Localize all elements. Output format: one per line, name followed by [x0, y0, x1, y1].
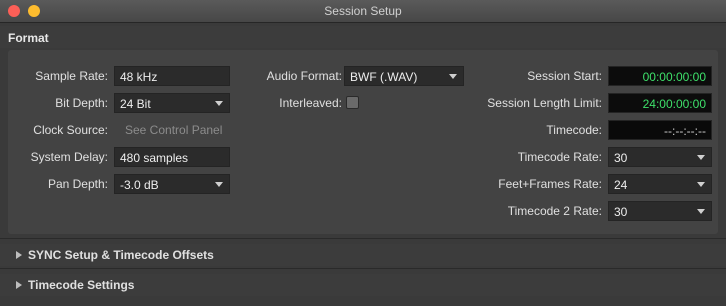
timecode-rate-label: Timecode Rate:: [517, 150, 602, 164]
feet-frames-rate-label: Feet+Frames Rate:: [498, 177, 602, 191]
feet-frames-rate-value: 24: [614, 178, 628, 192]
audio-format-label: Audio Format:: [266, 69, 342, 83]
sync-setup-label: SYNC Setup & Timecode Offsets: [28, 248, 214, 262]
session-length-limit-field[interactable]: 24:00:00:00: [608, 93, 712, 113]
title-bar: Session Setup: [0, 0, 726, 23]
chevron-down-icon: [697, 155, 705, 160]
bit-depth-value: 24 Bit: [120, 97, 151, 111]
pan-depth-label: Pan Depth:: [47, 177, 108, 191]
format-section-header: Format: [0, 26, 726, 48]
timecode-settings-label: Timecode Settings: [28, 278, 135, 292]
format-header-label: Format: [8, 31, 49, 45]
divider: [0, 238, 726, 239]
bit-depth-label: Bit Depth:: [55, 96, 108, 110]
bit-depth-select[interactable]: 24 Bit: [114, 93, 230, 113]
format-panel: Sample Rate: 48 kHz Bit Depth: 24 Bit Cl…: [8, 50, 718, 234]
system-delay-label: System Delay:: [30, 150, 108, 164]
sync-setup-section-toggle[interactable]: SYNC Setup & Timecode Offsets: [0, 244, 726, 266]
interleaved-label: Interleaved:: [279, 96, 342, 110]
clock-source-value: See Control Panel: [125, 123, 223, 137]
timecode-rate-select[interactable]: 30: [608, 147, 712, 167]
clock-source-label: Clock Source:: [33, 123, 108, 137]
session-start-field[interactable]: 00:00:00:00: [608, 66, 712, 86]
chevron-down-icon: [697, 182, 705, 187]
sample-rate-field[interactable]: 48 kHz: [114, 66, 230, 86]
system-delay-field[interactable]: 480 samples: [114, 147, 230, 167]
chevron-down-icon: [697, 209, 705, 214]
disclosure-triangle-icon: [16, 251, 22, 259]
audio-format-select[interactable]: BWF (.WAV): [344, 66, 464, 86]
chevron-down-icon: [215, 182, 223, 187]
divider: [0, 268, 726, 269]
interleaved-checkbox[interactable]: [346, 96, 359, 109]
timecode-2-rate-select[interactable]: 30: [608, 201, 712, 221]
pan-depth-value: -3.0 dB: [120, 178, 159, 192]
feet-frames-rate-select[interactable]: 24: [608, 174, 712, 194]
timecode-rate-value: 30: [614, 151, 628, 165]
timecode-field: --:--:--:--: [608, 120, 712, 140]
timecode-2-rate-value: 30: [614, 205, 628, 219]
timecode-label: Timecode:: [546, 123, 602, 137]
session-length-limit-label: Session Length Limit:: [487, 96, 602, 110]
timecode-2-rate-label: Timecode 2 Rate:: [507, 204, 602, 218]
window-title: Session Setup: [324, 4, 402, 18]
pan-depth-select[interactable]: -3.0 dB: [114, 174, 230, 194]
disclosure-triangle-icon: [16, 281, 22, 289]
chevron-down-icon: [215, 101, 223, 106]
session-start-label: Session Start:: [527, 69, 602, 83]
sample-rate-label: Sample Rate:: [35, 69, 108, 83]
timecode-settings-section-toggle[interactable]: Timecode Settings: [0, 274, 726, 296]
audio-format-value: BWF (.WAV): [350, 70, 418, 84]
